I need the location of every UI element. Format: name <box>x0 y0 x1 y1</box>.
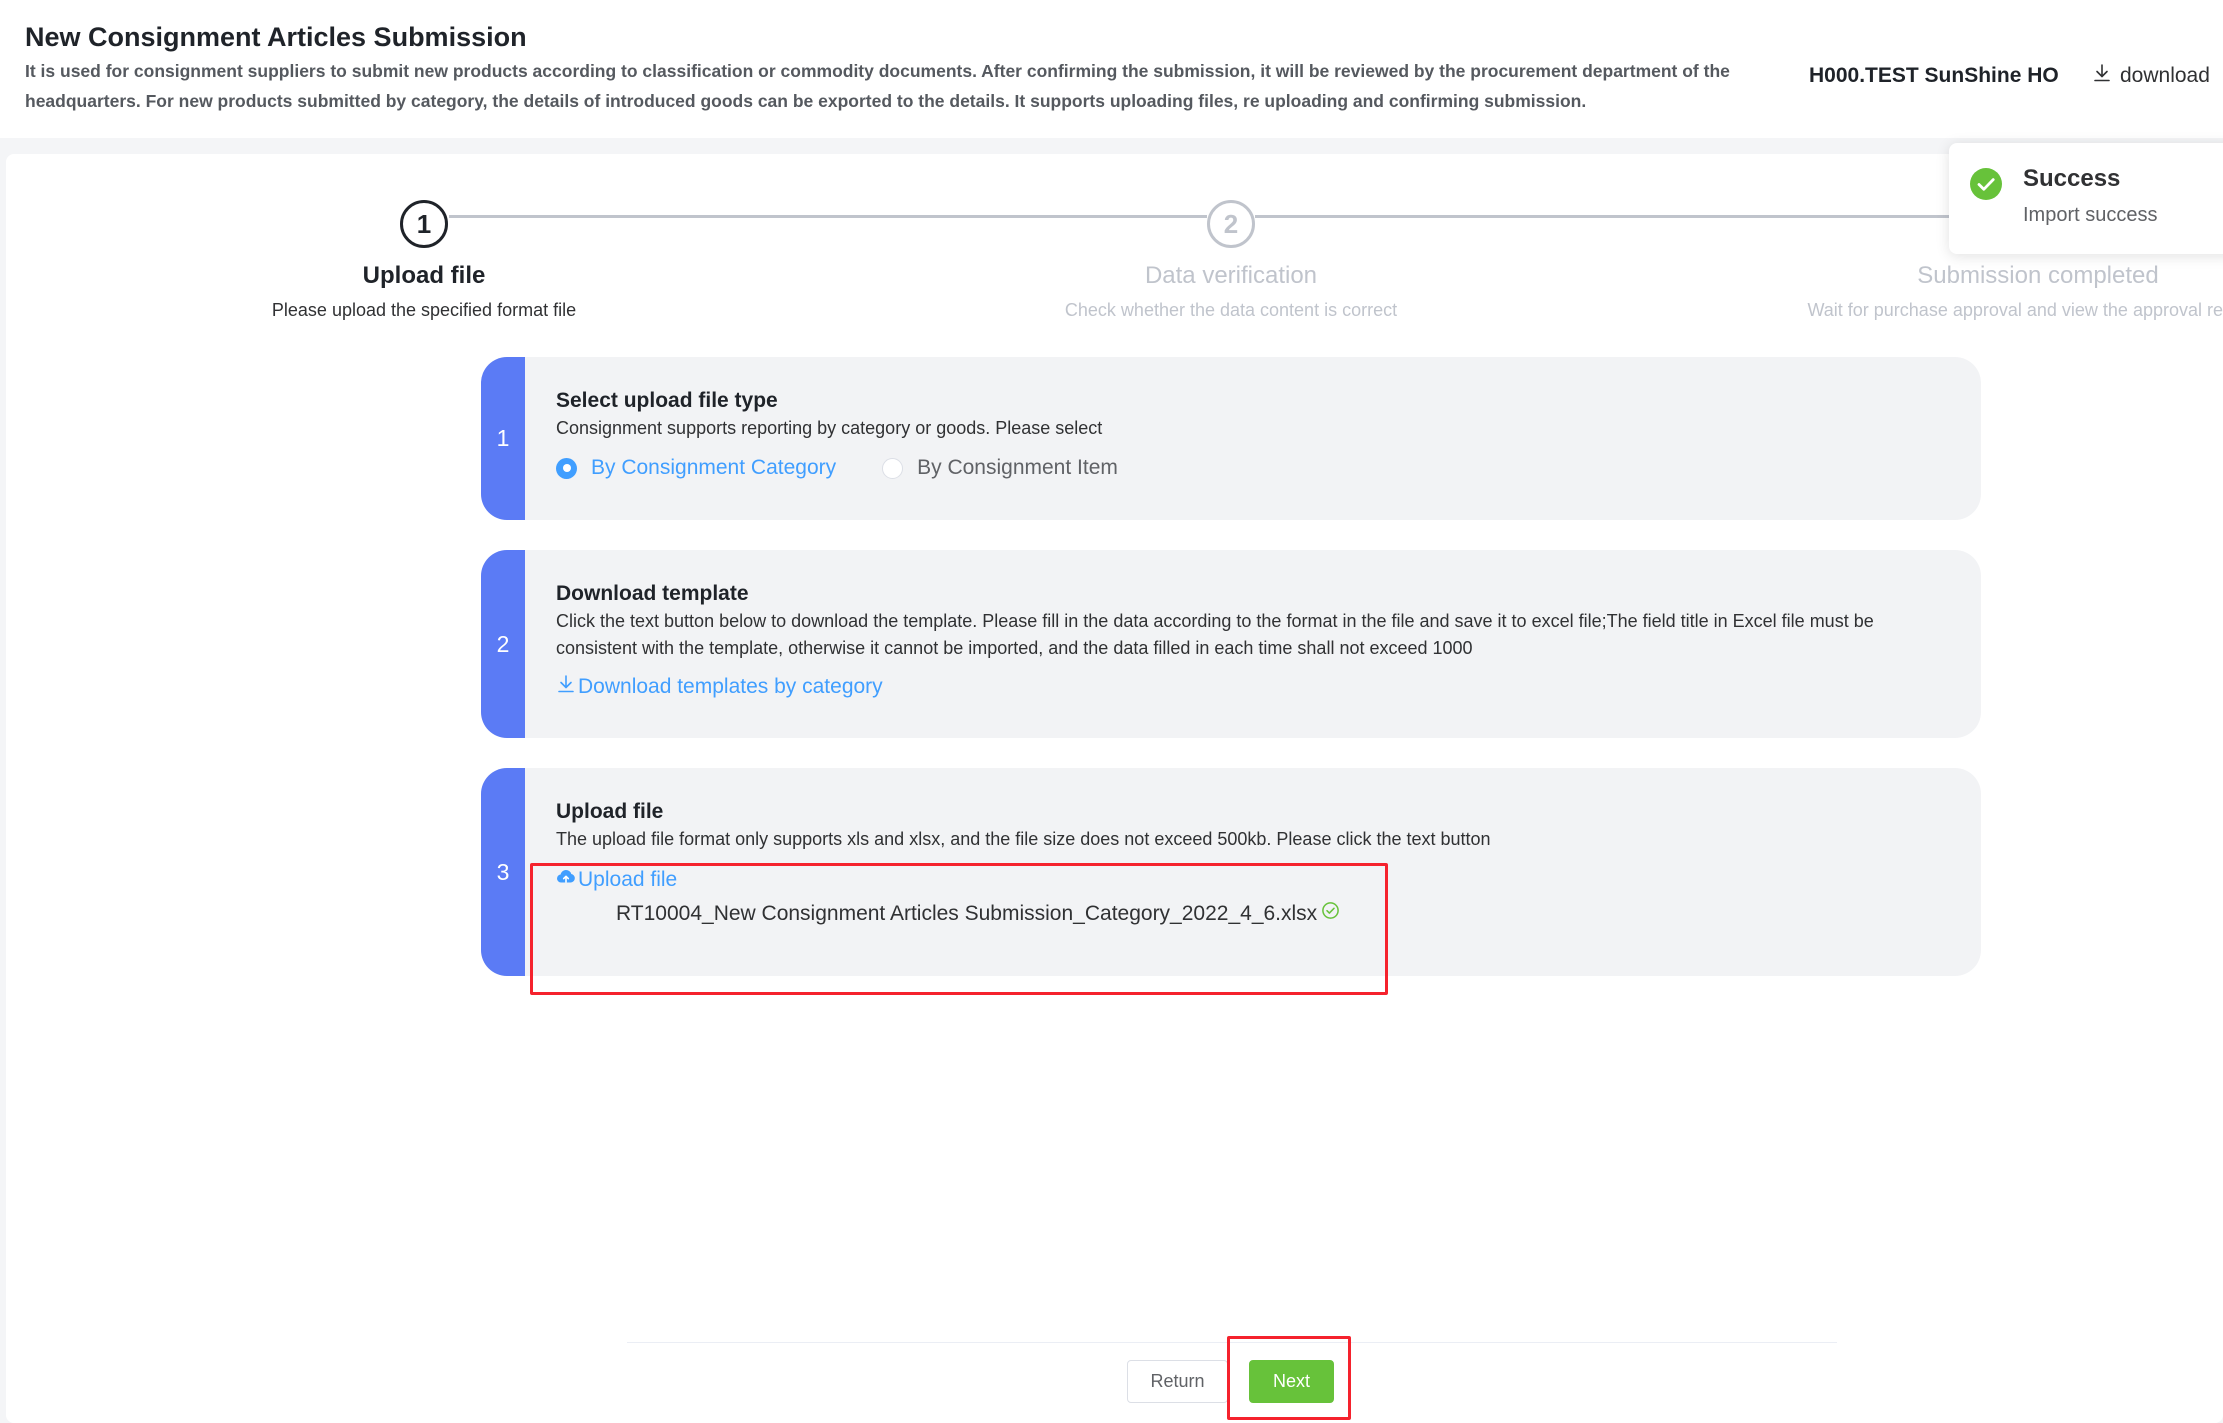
step-connector <box>449 215 1207 218</box>
section-title: Download template <box>556 582 749 605</box>
uploaded-file-item[interactable]: RT10004_New Consignment Articles Submiss… <box>616 901 1941 926</box>
section-description: Click the text button below to download … <box>556 611 1874 658</box>
header-download-button[interactable]: download <box>2092 63 2210 89</box>
upload-file-button[interactable]: Upload file <box>556 867 677 893</box>
step-2-circle: 2 <box>1207 200 1255 248</box>
step-2-title: Data verification <box>1144 262 1318 289</box>
download-label: download <box>2120 64 2210 87</box>
step-2-description: Check whether the data content is correc… <box>1064 300 1398 320</box>
return-button[interactable]: Return <box>1127 1360 1228 1403</box>
success-toast: Success Import success <box>1949 143 2223 254</box>
step-3-title: Submission completed <box>1917 262 2159 289</box>
upload-file-section: 3 Upload file The upload file format onl… <box>481 768 1981 976</box>
radio-checked-icon <box>556 457 577 479</box>
footer-divider <box>627 1342 1837 1343</box>
file-type-section: 1 Select upload file type Consignment su… <box>481 357 1981 520</box>
step-connector <box>1255 215 2015 218</box>
radio-label: By Consignment Category <box>591 456 837 479</box>
uploaded-file-name: RT10004_New Consignment Articles Submiss… <box>616 901 1318 925</box>
section-number: 1 <box>481 357 525 520</box>
next-button[interactable]: Next <box>1249 1360 1334 1403</box>
page-header: New Consignment Articles Submission It i… <box>0 0 2223 138</box>
upload-file-label: Upload file <box>578 868 678 891</box>
download-template-section: 2 Download template Click the text butto… <box>481 550 1981 738</box>
section-number: 3 <box>481 768 525 976</box>
radio-by-category[interactable]: By Consignment Category <box>556 456 836 480</box>
cloud-upload-icon <box>556 867 576 893</box>
download-icon <box>2092 63 2112 89</box>
section-title: Upload file <box>556 800 664 823</box>
radio-by-item[interactable]: By Consignment Item <box>882 456 1118 480</box>
download-template-label: Download templates by category <box>578 675 883 698</box>
section-description: Consignment supports reporting by catego… <box>556 418 1103 438</box>
step-1-title: Upload file <box>362 262 486 289</box>
step-1-circle: 1 <box>400 200 448 248</box>
section-description: The upload file format only supports xls… <box>556 829 1491 849</box>
success-icon <box>1970 168 2002 200</box>
section-number: 2 <box>481 550 525 738</box>
download-template-link[interactable]: Download templates by category <box>556 674 883 700</box>
radio-label: By Consignment Item <box>917 456 1118 479</box>
toast-title: Success <box>2023 165 2121 192</box>
check-circle-icon <box>1321 901 1340 926</box>
step-3-description: Wait for purchase approval and view the … <box>1807 300 2223 320</box>
step-1-description: Please upload the specified format file <box>271 300 577 320</box>
section-title: Select upload file type <box>556 389 778 412</box>
page-title: New Consignment Articles Submission <box>25 22 527 52</box>
file-type-radio-group: By Consignment Category By Consignment I… <box>556 456 1941 480</box>
toast-message: Import success <box>2023 204 2158 226</box>
download-icon <box>556 674 576 700</box>
radio-unchecked-icon <box>882 457 904 479</box>
organization-name: H000.TEST SunShine HO <box>1809 64 2059 87</box>
page-description: It is used for consignment suppliers to … <box>25 61 1730 111</box>
